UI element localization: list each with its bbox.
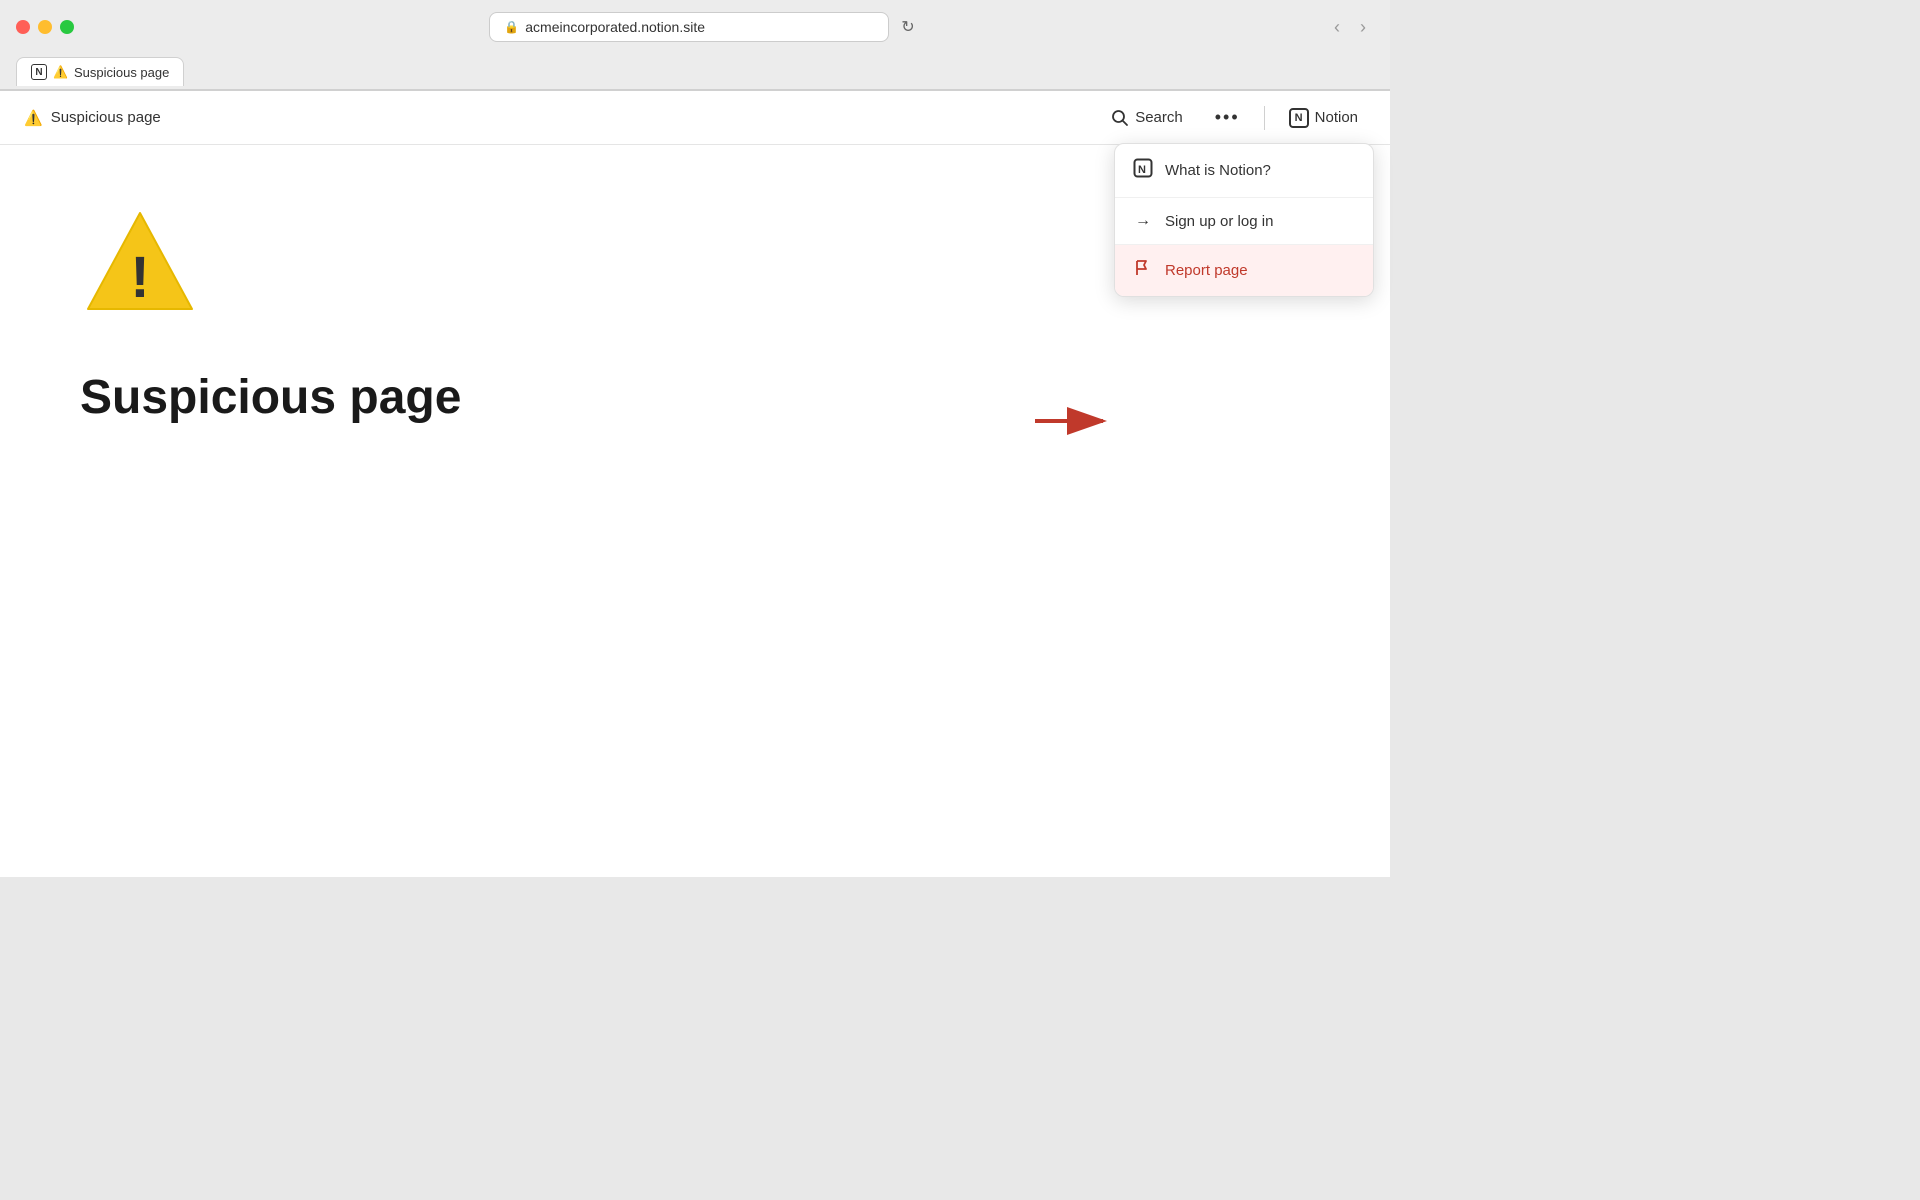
arrow-right-icon: → — [1133, 212, 1153, 230]
notion-button[interactable]: N Notion — [1281, 104, 1366, 132]
svg-text:N: N — [1138, 164, 1146, 176]
tab-warning-icon: ⚠️ — [53, 65, 68, 79]
search-label: Search — [1135, 109, 1183, 126]
browser-chrome: 🔒 acmeincorporated.notion.site ↻ ‹ › N ⚠… — [0, 0, 1390, 91]
title-bar: 🔒 acmeincorporated.notion.site ↻ ‹ › — [0, 0, 1390, 54]
address-bar[interactable]: 🔒 acmeincorporated.notion.site — [489, 12, 889, 42]
dropdown-menu: N What is Notion? → Sign up or log in Re… — [1114, 143, 1374, 297]
sign-up-label: Sign up or log in — [1165, 213, 1273, 230]
lock-icon: 🔒 — [504, 20, 519, 34]
back-button[interactable]: ‹ — [1326, 13, 1348, 42]
notion-label: Notion — [1315, 109, 1358, 126]
arrow-svg — [1035, 401, 1115, 441]
flag-icon — [1133, 259, 1153, 282]
dropdown-item-what-is-notion[interactable]: N What is Notion? — [1115, 144, 1373, 198]
more-button[interactable]: ••• — [1207, 103, 1248, 132]
dropdown-item-report[interactable]: Report page — [1115, 245, 1373, 296]
tab-title: Suspicious page — [74, 65, 169, 80]
page-nav-left: ⚠️ Suspicious page — [24, 109, 161, 127]
what-is-notion-label: What is Notion? — [1165, 162, 1271, 179]
nav-page-title: Suspicious page — [51, 109, 161, 126]
nav-buttons: ‹ › — [1326, 13, 1374, 42]
search-button[interactable]: Search — [1103, 105, 1191, 131]
report-page-label: Report page — [1165, 262, 1248, 279]
reload-button[interactable]: ↻ — [897, 13, 918, 41]
page-content: ⚠️ Suspicious page Search ••• N Notion — [0, 91, 1390, 877]
tab-notion-icon: N — [31, 64, 47, 80]
notion-icon: N — [1289, 108, 1309, 128]
url-text: acmeincorporated.notion.site — [525, 19, 705, 35]
svg-text:!: ! — [130, 245, 149, 310]
dropdown-item-sign-up[interactable]: → Sign up or log in — [1115, 198, 1373, 245]
minimize-button[interactable] — [38, 20, 52, 34]
forward-button[interactable]: › — [1352, 13, 1374, 42]
warning-triangle-icon: ! — [80, 205, 200, 325]
traffic-lights — [16, 20, 74, 34]
address-bar-container: 🔒 acmeincorporated.notion.site ↻ — [90, 12, 1318, 42]
notion-menu-icon: N — [1133, 158, 1153, 183]
page-nav-right: Search ••• N Notion — [1103, 103, 1366, 132]
tab-bar: N ⚠️ Suspicious page — [0, 54, 1390, 90]
page-nav: ⚠️ Suspicious page Search ••• N Notion — [0, 91, 1390, 145]
maximize-button[interactable] — [60, 20, 74, 34]
page-title-main: Suspicious page — [80, 370, 1310, 425]
nav-divider — [1264, 106, 1265, 130]
close-button[interactable] — [16, 20, 30, 34]
browser-tab[interactable]: N ⚠️ Suspicious page — [16, 57, 184, 86]
arrow-pointer — [1035, 401, 1115, 441]
nav-warning-icon: ⚠️ — [24, 109, 43, 127]
search-icon — [1111, 109, 1129, 127]
